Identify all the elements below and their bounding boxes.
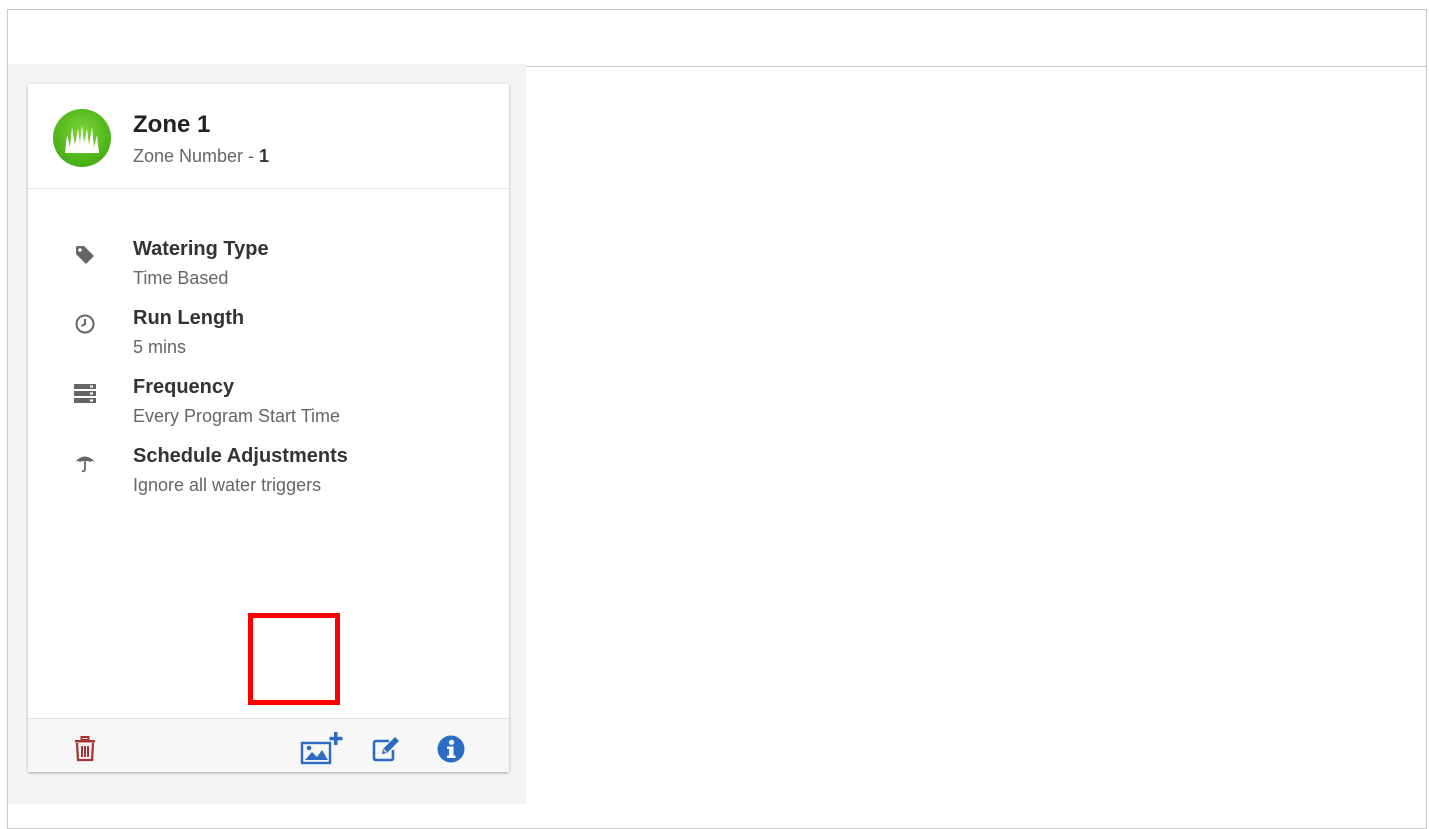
detail-value: Ignore all water triggers: [133, 475, 322, 495]
tag-icon: [72, 242, 98, 268]
add-image-button[interactable]: [298, 732, 346, 766]
detail-value: 5 mins: [133, 337, 187, 357]
detail-schedule-adjustments: Schedule Adjustments Ignore all water tr…: [28, 445, 509, 505]
zone-number: Zone Number - 1: [133, 146, 269, 167]
delete-button[interactable]: [68, 732, 102, 766]
server-icon: [72, 380, 98, 406]
edit-button[interactable]: [370, 732, 404, 766]
trash-icon: [75, 736, 95, 762]
zone-card: Zone 1 Zone Number - 1 Watering Type Tim…: [28, 84, 509, 772]
detail-frequency: Frequency Every Program Start Time: [28, 376, 509, 436]
info-button[interactable]: [434, 732, 468, 766]
top-bar: [8, 10, 1426, 67]
detail-run-length: Run Length 5 mins: [28, 307, 509, 367]
zone-number-label: Zone Number -: [133, 146, 260, 166]
detail-value: Every Program Start Time: [133, 406, 341, 426]
zone-number-value: 1: [259, 146, 270, 166]
grass-icon: [53, 109, 111, 167]
image-plus-icon: [300, 732, 343, 765]
detail-label: Watering Type: [133, 238, 269, 260]
zone-title: Zone 1: [133, 111, 211, 138]
detail-label: Frequency: [133, 376, 235, 398]
zone-card-header: Zone 1 Zone Number - 1: [28, 84, 509, 189]
detail-watering-type: Watering Type Time Based: [28, 238, 509, 298]
clock-icon: [72, 311, 98, 337]
detail-value: Time Based: [133, 268, 229, 288]
edit-icon: [372, 737, 399, 762]
umbrella-icon: [72, 449, 98, 475]
detail-label: Run Length: [133, 307, 245, 329]
zone-card-footer: [28, 718, 509, 772]
detail-label: Schedule Adjustments: [133, 445, 348, 467]
info-icon: [437, 735, 465, 763]
